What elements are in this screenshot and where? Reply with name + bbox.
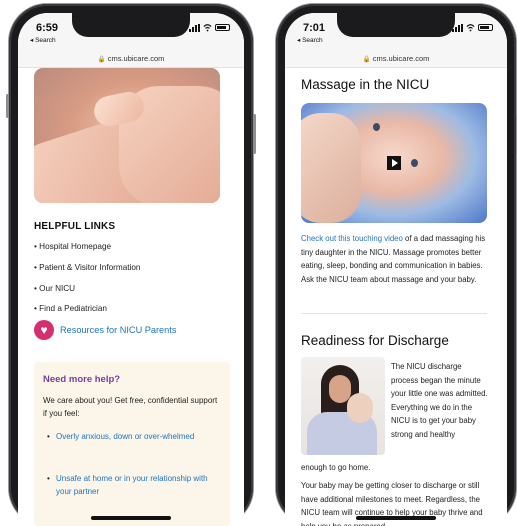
notch xyxy=(72,13,190,37)
discharge-heading: Readiness for Discharge xyxy=(301,333,449,348)
back-to-search-link[interactable]: ◂ Search xyxy=(30,36,56,44)
help-bullet-list-2: Unsafe at home or in your relationship w… xyxy=(47,472,219,498)
need-help-text: We care about you! Get free, confidentia… xyxy=(43,396,218,418)
wifi-icon xyxy=(466,24,475,32)
home-indicator xyxy=(91,516,171,520)
resources-link[interactable]: ♥ Resources for NICU Parents xyxy=(34,320,176,340)
left-screen: 6:59 ◂ Search 🔒 cms.ubicare.com HELPFUL L… xyxy=(18,13,244,526)
help-bullet-unsafe[interactable]: Unsafe at home or in your relationship w… xyxy=(47,472,219,498)
helpful-links-heading: HELPFUL LINKS xyxy=(34,221,116,232)
address-bar[interactable]: 🔒 cms.ubicare.com xyxy=(285,53,507,68)
address-bar[interactable]: 🔒 cms.ubicare.com xyxy=(18,53,244,68)
need-help-box: Need more help? We care about you! Get f… xyxy=(34,362,230,526)
clock: 7:01 xyxy=(303,22,326,34)
url-text: cms.ubicare.com xyxy=(107,54,165,63)
link-find-pediatrician[interactable]: • Find a Pediatrician xyxy=(34,304,107,313)
discharge-continue-text: enough to go home. xyxy=(301,463,371,472)
url-text: cms.ubicare.com xyxy=(372,54,430,63)
link-our-nicu[interactable]: • Our NICU xyxy=(34,284,75,293)
left-phone: 6:59 ◂ Search 🔒 cms.ubicare.com HELPFUL L… xyxy=(6,4,256,526)
status-icons xyxy=(452,23,493,32)
lock-icon: 🔒 xyxy=(97,56,106,63)
right-screen: 7:01 ◂ Search 🔒 cms.ubicare.com Massage i… xyxy=(285,13,507,526)
status-icons xyxy=(189,23,230,32)
link-hospital-homepage[interactable]: • Hospital Homepage xyxy=(34,242,111,251)
volume-button xyxy=(6,94,9,118)
clock: 6:59 xyxy=(36,22,59,34)
need-help-heading: Need more help? xyxy=(43,374,121,385)
help-bullet-list: Overly anxious, down or over-whelmed xyxy=(47,430,219,443)
massage-heading: Massage in the NICU xyxy=(301,77,430,92)
right-phone: 7:01 ◂ Search 🔒 cms.ubicare.com Massage i… xyxy=(276,4,517,526)
section-divider xyxy=(301,313,487,314)
power-button xyxy=(253,114,256,154)
help-bullet-anxious[interactable]: Overly anxious, down or over-whelmed xyxy=(47,430,219,443)
lock-icon: 🔒 xyxy=(362,56,371,63)
notch xyxy=(337,13,455,37)
resources-link-text[interactable]: Resources for NICU Parents xyxy=(60,325,176,335)
discharge-wrap-text: The NICU discharge process began the min… xyxy=(391,362,488,439)
nicu-baby-feet-image xyxy=(34,68,220,203)
back-to-search-link[interactable]: ◂ Search xyxy=(297,36,323,44)
home-indicator xyxy=(356,516,436,520)
battery-icon xyxy=(478,24,493,31)
massage-paragraph: Check out this touching video of a dad m… xyxy=(301,234,486,284)
wifi-icon xyxy=(203,24,212,32)
massage-video-thumbnail[interactable] xyxy=(301,103,487,223)
link-patient-visitor-info[interactable]: • Patient & Visitor Information xyxy=(34,263,141,272)
heart-hand-icon: ♥ xyxy=(34,320,54,340)
signal-icon xyxy=(189,23,200,32)
touching-video-link[interactable]: Check out this touching video xyxy=(301,234,403,243)
mother-kissing-baby-image xyxy=(301,357,385,455)
play-icon[interactable] xyxy=(387,156,401,170)
battery-icon xyxy=(215,24,230,31)
